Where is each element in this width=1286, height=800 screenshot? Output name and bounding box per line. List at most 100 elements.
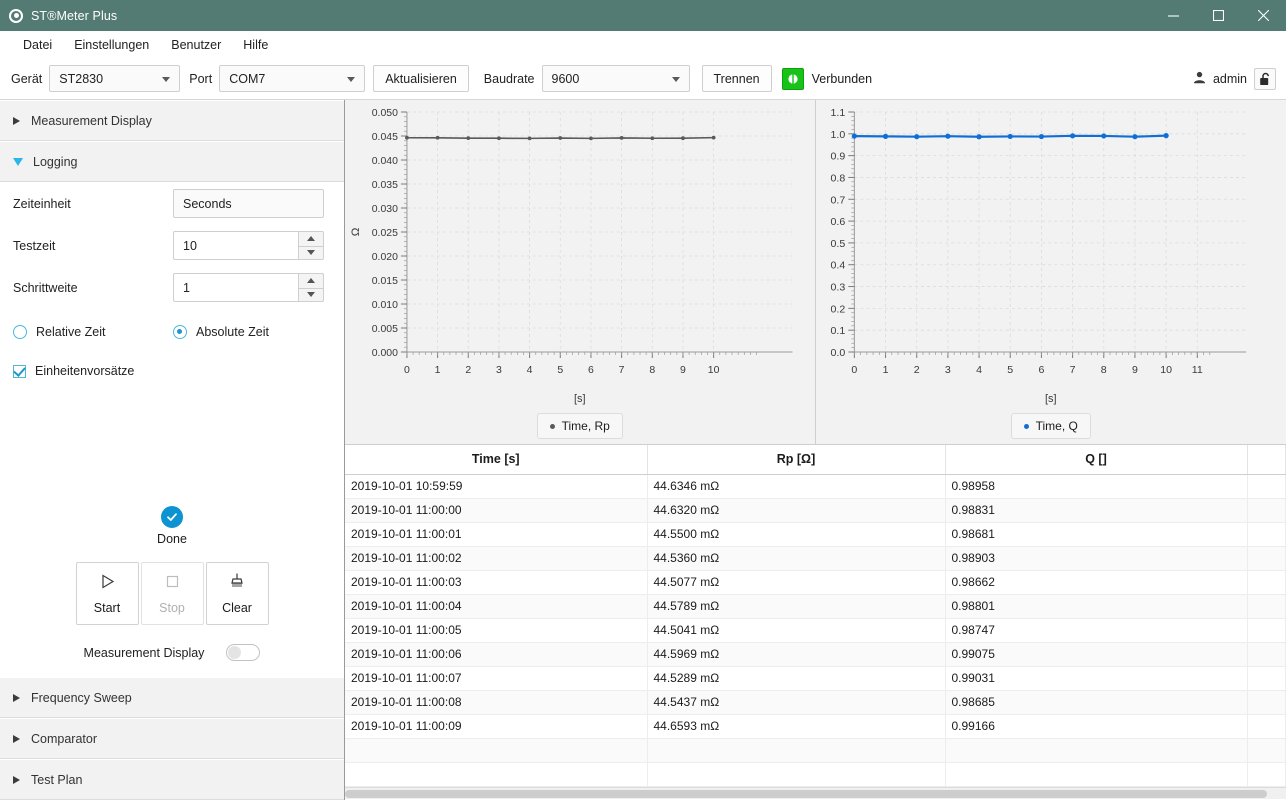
- time-unit-select[interactable]: Seconds: [173, 189, 324, 218]
- svg-text:6: 6: [588, 365, 594, 376]
- table-cell: 44.6320 mΩ: [647, 498, 946, 523]
- table-cell: [1247, 762, 1286, 787]
- sidebar-accordion: Measurement Display Logging Zeiteinheit …: [0, 100, 345, 800]
- column-header-time[interactable]: Time [s]: [345, 445, 648, 475]
- table-cell: [1247, 690, 1286, 715]
- table-cell: 2019-10-01 10:59:59: [345, 474, 648, 499]
- sidebar-section-comparator[interactable]: Comparator: [0, 718, 344, 759]
- sidebar-section-logging[interactable]: Logging: [0, 141, 344, 182]
- chevron-right-icon: [13, 693, 20, 702]
- legend-marker-icon: [1023, 423, 1029, 429]
- menu-item-einstellungen[interactable]: Einstellungen: [63, 35, 160, 55]
- table-row[interactable]: 2019-10-01 11:00:00 44.6320 mΩ 0.98831: [345, 498, 1286, 523]
- radio-relative-time[interactable]: Relative Zeit: [13, 325, 173, 339]
- broom-icon: [228, 572, 246, 593]
- unlocked-padlock-icon[interactable]: [1254, 67, 1276, 90]
- disconnect-button[interactable]: Trennen: [701, 65, 772, 92]
- table-row[interactable]: 2019-10-01 11:00:08 44.5437 mΩ 0.98685: [345, 690, 1286, 715]
- svg-text:0.010: 0.010: [372, 300, 398, 311]
- svg-text:1: 1: [435, 365, 441, 376]
- sidebar-section-frequency-sweep[interactable]: Frequency Sweep: [0, 677, 344, 718]
- table-cell: 2019-10-01 11:00:07: [345, 666, 648, 691]
- device-label: Gerät: [11, 71, 43, 86]
- menu-item-benutzer[interactable]: Benutzer: [160, 35, 232, 55]
- column-header-empty[interactable]: [1247, 445, 1286, 475]
- maximize-button[interactable]: [1196, 0, 1241, 31]
- baudrate-select[interactable]: 9600: [541, 65, 690, 92]
- chart-q-legend[interactable]: Time, Q: [1010, 413, 1091, 439]
- step-increment-button[interactable]: [298, 273, 324, 288]
- table-row[interactable]: [345, 762, 1286, 787]
- test-time-stepper[interactable]: 10: [173, 231, 324, 260]
- checkbox-checked-icon: [13, 364, 26, 378]
- column-header-rp[interactable]: Rp [Ω]: [647, 445, 946, 475]
- table-row[interactable]: 2019-10-01 11:00:07 44.5289 mΩ 0.99031: [345, 666, 1286, 691]
- table-cell: 44.5289 mΩ: [647, 666, 946, 691]
- close-button[interactable]: [1241, 0, 1286, 31]
- sidebar-section-test-plan[interactable]: Test Plan: [0, 759, 344, 800]
- test-time-input[interactable]: 10: [173, 231, 298, 260]
- table-row[interactable]: 2019-10-01 11:00:06 44.5969 mΩ 0.99075: [345, 642, 1286, 667]
- step-input[interactable]: 1: [173, 273, 298, 302]
- svg-text:0.9: 0.9: [830, 151, 845, 163]
- chevron-down-icon: [307, 292, 315, 298]
- minimize-button[interactable]: [1151, 0, 1196, 31]
- table-row[interactable]: 2019-10-01 11:00:01 44.5500 mΩ 0.98681: [345, 522, 1286, 547]
- port-select[interactable]: COM7: [219, 65, 366, 92]
- unit-prefix-checkbox[interactable]: Einheitenvorsätze: [13, 356, 331, 386]
- table-row[interactable]: 2019-10-01 11:00:02 44.5360 mΩ 0.98903: [345, 546, 1286, 571]
- svg-text:0.6: 0.6: [830, 216, 845, 228]
- stop-button[interactable]: Stop: [140, 562, 204, 625]
- chevron-down-icon: [347, 76, 356, 82]
- svg-text:0.015: 0.015: [372, 276, 398, 287]
- svg-text:0.3: 0.3: [830, 282, 845, 294]
- table-cell: 44.5360 mΩ: [647, 546, 946, 571]
- measurement-display-toggle[interactable]: [226, 644, 261, 661]
- start-button[interactable]: Start: [75, 562, 139, 625]
- test-time-decrement-button[interactable]: [298, 245, 324, 260]
- table-row[interactable]: 2019-10-01 11:00:03 44.5077 mΩ 0.98662: [345, 570, 1286, 595]
- table-row[interactable]: 2019-10-01 11:00:05 44.5041 mΩ 0.98747: [345, 618, 1286, 643]
- table-cell: [1247, 666, 1286, 691]
- svg-text:2: 2: [913, 364, 919, 376]
- chart-q-legend-label: Time, Q: [1035, 419, 1078, 433]
- legend-marker-icon: [549, 423, 555, 429]
- clear-button[interactable]: Clear: [205, 562, 269, 625]
- svg-text:9: 9: [1131, 364, 1137, 376]
- chart-q-plot[interactable]: 0.0 0.1 0.2 0.3 0.4 0.5 0.6 0.7 0.8 0.9 1.0 1.1 0 1 2 3…: [815, 100, 1286, 397]
- stop-square-icon: [164, 573, 181, 593]
- table-body: 2019-10-01 10:59:59 44.6346 mΩ 0.98958 2019…: [345, 474, 1286, 787]
- svg-text:5: 5: [1007, 364, 1013, 376]
- table-row[interactable]: [345, 738, 1286, 763]
- table-row[interactable]: 2019-10-01 10:59:59 44.6346 mΩ 0.98958: [345, 474, 1286, 499]
- device-select[interactable]: ST2830: [49, 65, 181, 92]
- menu-item-datei[interactable]: Datei: [12, 35, 63, 55]
- time-unit-row: Zeiteinheit Seconds: [13, 183, 331, 224]
- svg-text:Ω: Ω: [350, 227, 362, 236]
- table-row[interactable]: 2019-10-01 11:00:09 44.6593 mΩ 0.99166: [345, 714, 1286, 739]
- time-unit-value: Seconds: [183, 196, 232, 211]
- radio-absolute-time[interactable]: Absolute Zeit: [173, 325, 269, 339]
- horizontal-scrollbar[interactable]: [345, 786, 1286, 799]
- svg-text:0.030: 0.030: [372, 204, 398, 215]
- refresh-button[interactable]: Aktualisieren: [373, 65, 469, 92]
- test-time-increment-button[interactable]: [298, 231, 324, 246]
- table-cell: 2019-10-01 11:00:08: [345, 690, 648, 715]
- chart-rp-legend[interactable]: Time, Rp: [536, 413, 623, 439]
- table-cell: 2019-10-01 11:00:00: [345, 498, 648, 523]
- step-decrement-button[interactable]: [298, 287, 324, 302]
- horizontal-scrollbar-thumb[interactable]: [345, 789, 1268, 798]
- svg-text:2: 2: [465, 365, 471, 376]
- step-stepper[interactable]: 1: [173, 273, 324, 302]
- svg-text:0.035: 0.035: [372, 180, 398, 191]
- unit-prefix-label: Einheitenvorsätze: [35, 364, 135, 378]
- table-row[interactable]: 2019-10-01 11:00:04 44.5789 mΩ 0.98801: [345, 594, 1286, 619]
- column-header-q[interactable]: Q []: [945, 445, 1248, 475]
- chart-rp-plot[interactable]: 0.000 0.005 0.010 0.015 0.020 0.025 0.030 0.035…: [345, 100, 815, 397]
- connection-status-text: Verbunden: [811, 71, 873, 86]
- menu-item-hilfe[interactable]: Hilfe: [232, 35, 279, 55]
- svg-text:8: 8: [1100, 364, 1106, 376]
- user-area: admin: [1193, 67, 1276, 90]
- svg-text:7: 7: [619, 365, 625, 376]
- sidebar-section-measurement-display[interactable]: Measurement Display: [0, 100, 344, 141]
